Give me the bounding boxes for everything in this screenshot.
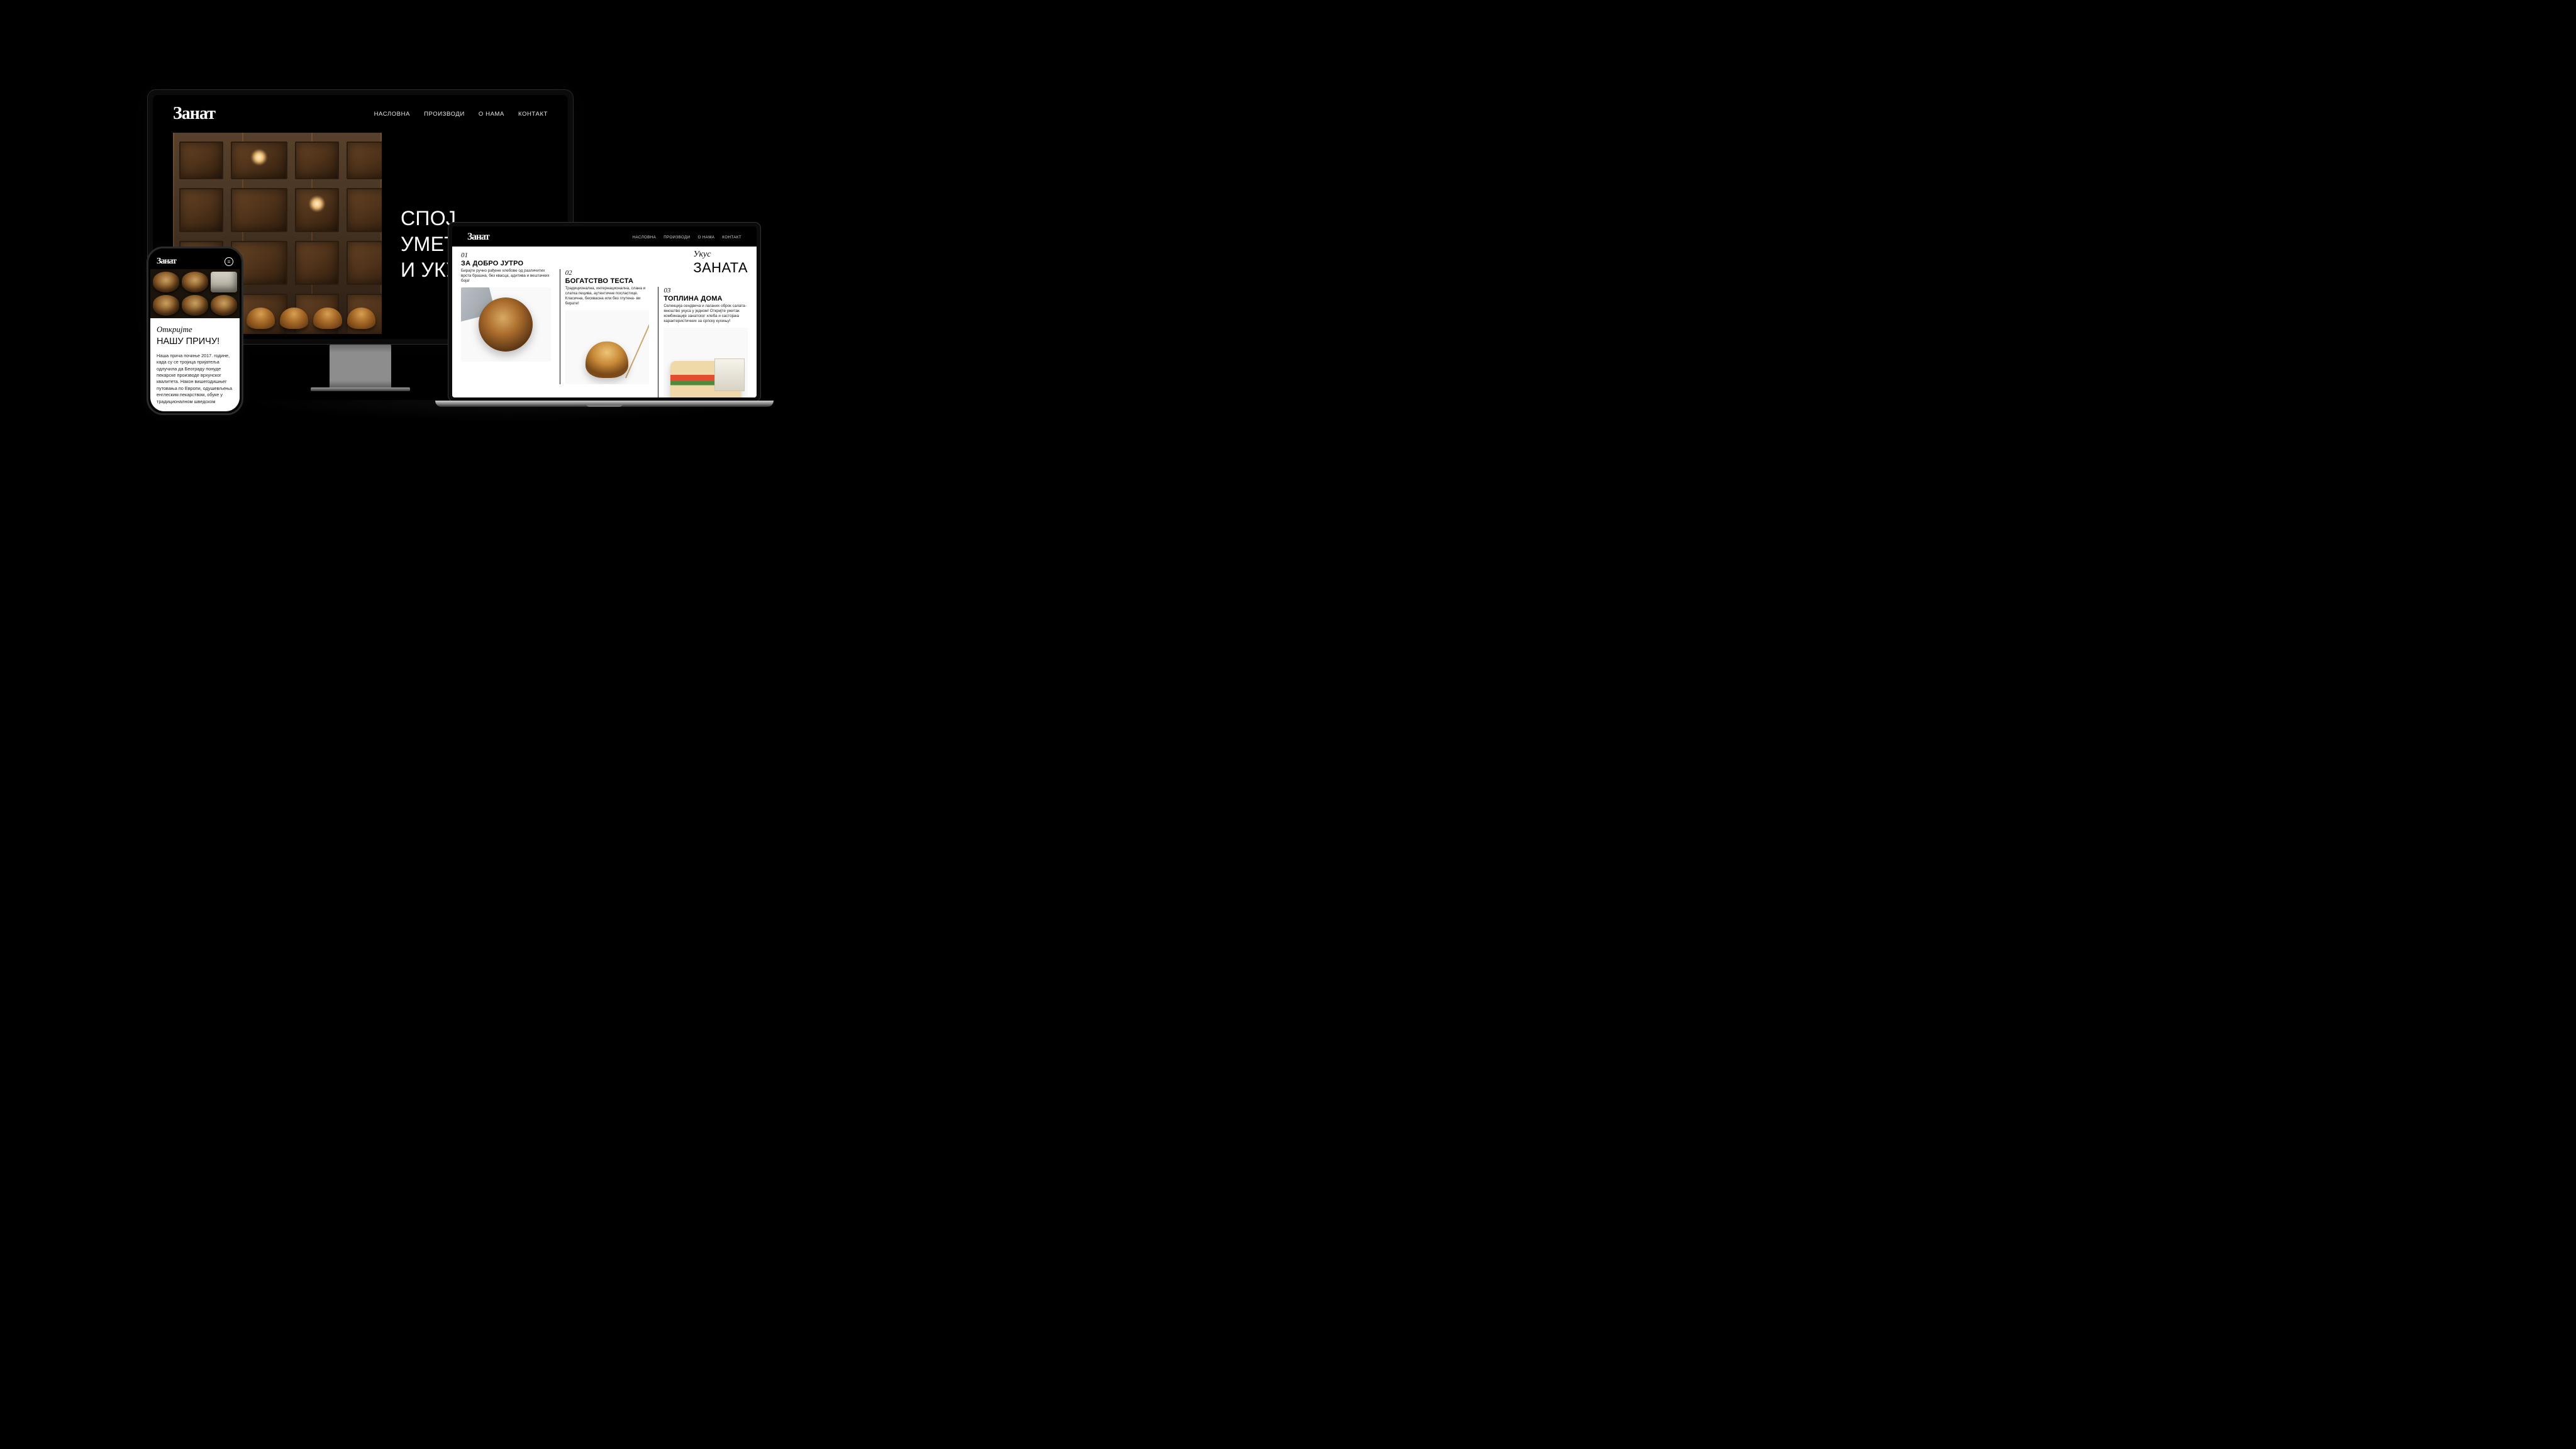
phone-screen: Занат ≡ Откријте НАШУ ПРИЧУ! Наша прича …: [150, 250, 240, 411]
phone-device-frame: Занат ≡ Откријте НАШУ ПРИЧУ! Наша прича …: [147, 247, 243, 415]
section-heading-big: ЗАНАТА: [693, 260, 748, 276]
phone-hero-image: [150, 269, 240, 318]
product-card-01[interactable]: 01 ЗА ДОБРО ЈУТРО Бирајте ручно рађене х…: [461, 252, 551, 362]
menu-icon[interactable]: ≡: [225, 257, 233, 266]
laptop-nav: НАСЛОВНА ПРОИЗВОДИ О НАМА КОНТАКТ: [633, 235, 741, 240]
nav-home[interactable]: НАСЛОВНА: [374, 111, 411, 118]
monitor-stand: [330, 345, 391, 389]
phone-story-headline: НАШУ ПРИЧУ!: [157, 336, 233, 347]
desktop-nav: НАСЛОВНА ПРОИЗВОДИ О НАМА КОНТАКТ: [374, 111, 548, 118]
phone-story-body: Наша прича почиње 2017. године, када су …: [157, 353, 233, 405]
product-image-pastry: [565, 310, 650, 384]
product-title: БОГАТСТВО ТЕСТА: [565, 277, 650, 285]
product-number: 01: [461, 252, 551, 259]
section-heading-italic: Укус: [693, 250, 748, 260]
nav-contact[interactable]: КОНТАКТ: [518, 111, 548, 118]
product-description: Селекција сендвича и лаганих оброк салат…: [663, 304, 748, 324]
phone-story-subhead: Откријте: [157, 325, 233, 335]
product-number: 03: [663, 287, 748, 294]
section-heading: Укус ЗАНАТА: [693, 250, 748, 276]
product-card-02[interactable]: 02 БОГАТСТВО ТЕСТА Традиционална, интерн…: [560, 269, 650, 384]
laptop-screen: Занат НАСЛОВНА ПРОИЗВОДИ О НАМА КОНТАКТ …: [452, 226, 757, 397]
brand-logo[interactable]: Занат: [173, 104, 215, 124]
laptop-device-frame: Занат НАСЛОВНА ПРОИЗВОДИ О НАМА КОНТАКТ …: [444, 222, 765, 402]
nav-home[interactable]: НАСЛОВНА: [633, 235, 657, 240]
laptop-body: Укус ЗАНАТА 01 ЗА ДОБРО ЈУТРО Бирајте ру…: [452, 247, 757, 397]
product-title: ТОПЛИНА ДОМА: [663, 295, 748, 303]
product-title: ЗА ДОБРО ЈУТРО: [461, 260, 551, 267]
product-card-03[interactable]: 03 ТОПЛИНА ДОМА Селекција сендвича и лаг…: [658, 287, 748, 397]
nav-contact[interactable]: КОНТАКТ: [722, 235, 741, 240]
nav-products[interactable]: ПРОИЗВОДИ: [424, 111, 465, 118]
brand-logo[interactable]: Занат: [157, 257, 176, 267]
phone-story-card: Откријте НАШУ ПРИЧУ! Наша прича почиње 2…: [150, 318, 240, 411]
nav-about[interactable]: О НАМА: [479, 111, 504, 118]
phone-notch: [178, 251, 212, 257]
desktop-header: Занат НАСЛОВНА ПРОИЗВОДИ О НАМА КОНТАКТ: [153, 95, 568, 128]
product-number: 02: [565, 269, 650, 277]
product-image-bread: [461, 287, 551, 362]
laptop-header: Занат НАСЛОВНА ПРОИЗВОДИ О НАМА КОНТАКТ: [452, 226, 757, 247]
nav-about[interactable]: О НАМА: [697, 235, 714, 240]
product-image-sandwich: [663, 328, 748, 397]
nav-products[interactable]: ПРОИЗВОДИ: [663, 235, 690, 240]
monitor-stand-base: [311, 387, 410, 391]
product-description: Традиционална, интернационална, слана и …: [565, 286, 650, 306]
brand-logo[interactable]: Занат: [467, 231, 489, 243]
product-description: Бирајте ручно рађене хлебове од различит…: [461, 269, 551, 284]
laptop-hinge-notch: [586, 404, 623, 407]
laptop-bezel: Занат НАСЛОВНА ПРОИЗВОДИ О НАМА КОНТАКТ …: [448, 222, 761, 402]
